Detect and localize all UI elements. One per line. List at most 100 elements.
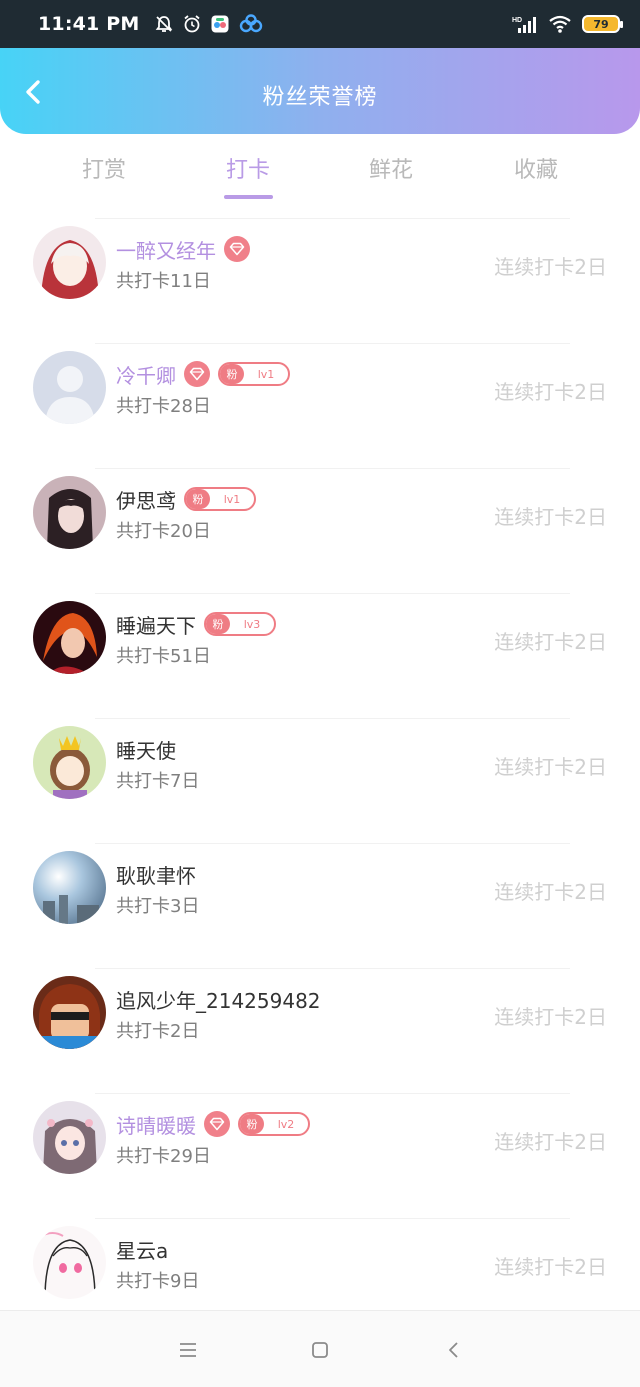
name-line: 伊思鸢粉 lv1 xyxy=(116,484,256,514)
name-line: 诗晴暖暖 粉 lv2 xyxy=(116,1109,310,1139)
avatar[interactable] xyxy=(33,1226,106,1299)
tab-flowers[interactable]: 鲜花 xyxy=(331,152,451,184)
tab-reward[interactable]: 打赏 xyxy=(44,152,164,184)
fan-level-badge: 粉 lv1 xyxy=(218,362,290,386)
fan-level: lv2 xyxy=(277,1117,295,1131)
system-nav-bar xyxy=(0,1310,640,1387)
name-line: 冷千卿 粉 lv1 xyxy=(116,359,290,389)
fan-level-badge: 粉 lv2 xyxy=(238,1112,310,1136)
ranking-list: 一醉又经年 共打卡11日 连续打卡2日 冷千卿粉 lv1 共打卡28日 连续打卡2日 伊思鸢粉… xyxy=(0,218,640,1343)
alarm-icon xyxy=(182,14,202,34)
list-item[interactable]: 耿耿聿怀共打卡3日 连续打卡2日 xyxy=(0,843,640,968)
avatar[interactable] xyxy=(33,851,106,924)
diamond-icon xyxy=(204,1111,230,1137)
total-checkins: 共打卡3日 xyxy=(116,896,200,917)
menu-icon[interactable] xyxy=(175,1337,201,1363)
tab-favorites[interactable]: 收藏 xyxy=(476,152,596,184)
avatar[interactable] xyxy=(33,976,106,1049)
user-name[interactable]: 睡天使 xyxy=(116,735,176,764)
avatar[interactable] xyxy=(33,1101,106,1174)
active-tab-indicator xyxy=(224,195,273,199)
name-line: 一醉又经年 xyxy=(116,234,250,264)
diamond-icon xyxy=(224,236,250,262)
user-name[interactable]: 追风少年_214259482 xyxy=(116,985,321,1014)
row-divider xyxy=(95,218,570,219)
row-divider xyxy=(95,1218,570,1219)
wifi-icon xyxy=(548,14,572,34)
status-bar: 11:41 PM HD 79 xyxy=(0,0,640,48)
list-item[interactable]: 睡遍天下粉 lv3 共打卡51日 连续打卡2日 xyxy=(0,593,640,718)
status-time: 11:41 PM xyxy=(38,13,140,35)
diamond-icon xyxy=(184,361,210,387)
streak-text: 连续打卡2日 xyxy=(494,255,607,279)
row-divider xyxy=(95,343,570,344)
name-line: 睡天使 xyxy=(116,734,176,764)
bell-off-icon xyxy=(154,14,174,34)
app-icon xyxy=(210,14,230,34)
svg-text:HD: HD xyxy=(512,17,522,24)
row-divider xyxy=(95,593,570,594)
total-checkins: 共打卡7日 xyxy=(116,771,200,792)
fan-label: 粉 xyxy=(240,1114,264,1134)
streak-text: 连续打卡2日 xyxy=(494,755,607,779)
fan-label: 粉 xyxy=(220,364,244,384)
tab-bar: 打赏 打卡 鲜花 收藏 xyxy=(0,134,640,204)
list-item[interactable]: 追风少年_214259482 共打卡2日 连续打卡2日 xyxy=(0,968,640,1093)
streak-text: 连续打卡2日 xyxy=(494,505,607,529)
total-checkins: 共打卡29日 xyxy=(116,1146,211,1167)
streak-text: 连续打卡2日 xyxy=(494,380,607,404)
tab-checkin[interactable]: 打卡 xyxy=(188,152,308,184)
avatar[interactable] xyxy=(33,726,106,799)
row-divider xyxy=(95,968,570,969)
fan-level: lv1 xyxy=(257,367,275,381)
avatar[interactable] xyxy=(33,351,106,424)
streak-text: 连续打卡2日 xyxy=(494,630,607,654)
fan-level-badge: 粉 lv1 xyxy=(184,487,256,511)
total-checkins: 共打卡2日 xyxy=(116,1021,200,1042)
row-divider xyxy=(95,718,570,719)
list-item[interactable]: 伊思鸢粉 lv1 共打卡20日 连续打卡2日 xyxy=(0,468,640,593)
page-title: 粉丝荣誉榜 xyxy=(262,85,378,110)
name-line: 追风少年_214259482 xyxy=(116,984,321,1014)
page-header: 粉丝荣誉榜 xyxy=(0,48,640,134)
streak-text: 连续打卡2日 xyxy=(494,1005,607,1029)
fan-level: lv1 xyxy=(223,492,241,506)
total-checkins: 共打卡28日 xyxy=(116,396,211,417)
list-item[interactable]: 睡天使共打卡7日 连续打卡2日 xyxy=(0,718,640,843)
user-name[interactable]: 冷千卿 xyxy=(116,360,176,389)
streak-text: 连续打卡2日 xyxy=(494,1130,607,1154)
user-name[interactable]: 诗晴暖暖 xyxy=(116,1110,196,1139)
signal-icon: HD xyxy=(512,14,538,34)
fan-label: 粉 xyxy=(206,614,230,634)
total-checkins: 共打卡9日 xyxy=(116,1271,200,1292)
avatar[interactable] xyxy=(33,601,106,674)
row-divider xyxy=(95,468,570,469)
battery-indicator: 79 xyxy=(582,15,623,33)
name-line: 耿耿聿怀 xyxy=(116,859,196,889)
fan-label: 粉 xyxy=(186,489,210,509)
row-divider xyxy=(95,843,570,844)
avatar[interactable] xyxy=(33,476,106,549)
user-name[interactable]: 星云a xyxy=(116,1235,168,1264)
fan-level: lv3 xyxy=(243,617,261,631)
fan-level-badge: 粉 lv3 xyxy=(204,612,276,636)
list-item[interactable]: 诗晴暖暖 粉 lv2 共打卡29日 连续打卡2日 xyxy=(0,1093,640,1218)
user-name[interactable]: 一醉又经年 xyxy=(116,235,216,264)
list-item[interactable]: 一醉又经年共打卡11日 连续打卡2日 xyxy=(0,218,640,343)
back-triangle-icon[interactable] xyxy=(441,1337,467,1363)
total-checkins: 共打卡20日 xyxy=(116,521,211,542)
name-line: 睡遍天下粉 lv3 xyxy=(116,609,276,639)
streak-text: 连续打卡2日 xyxy=(494,880,607,904)
name-line: 星云a xyxy=(116,1234,168,1264)
list-item[interactable]: 冷千卿 粉 lv1 共打卡28日 连续打卡2日 xyxy=(0,343,640,468)
user-name[interactable]: 伊思鸢 xyxy=(116,485,176,514)
streak-text: 连续打卡2日 xyxy=(494,1255,607,1279)
row-divider xyxy=(95,1093,570,1094)
avatar[interactable] xyxy=(33,226,106,299)
total-checkins: 共打卡11日 xyxy=(116,271,211,292)
total-checkins: 共打卡51日 xyxy=(116,646,211,667)
home-square-icon[interactable] xyxy=(307,1337,333,1363)
cloud-icon xyxy=(238,14,264,34)
user-name[interactable]: 睡遍天下 xyxy=(116,610,196,639)
user-name[interactable]: 耿耿聿怀 xyxy=(116,860,196,889)
